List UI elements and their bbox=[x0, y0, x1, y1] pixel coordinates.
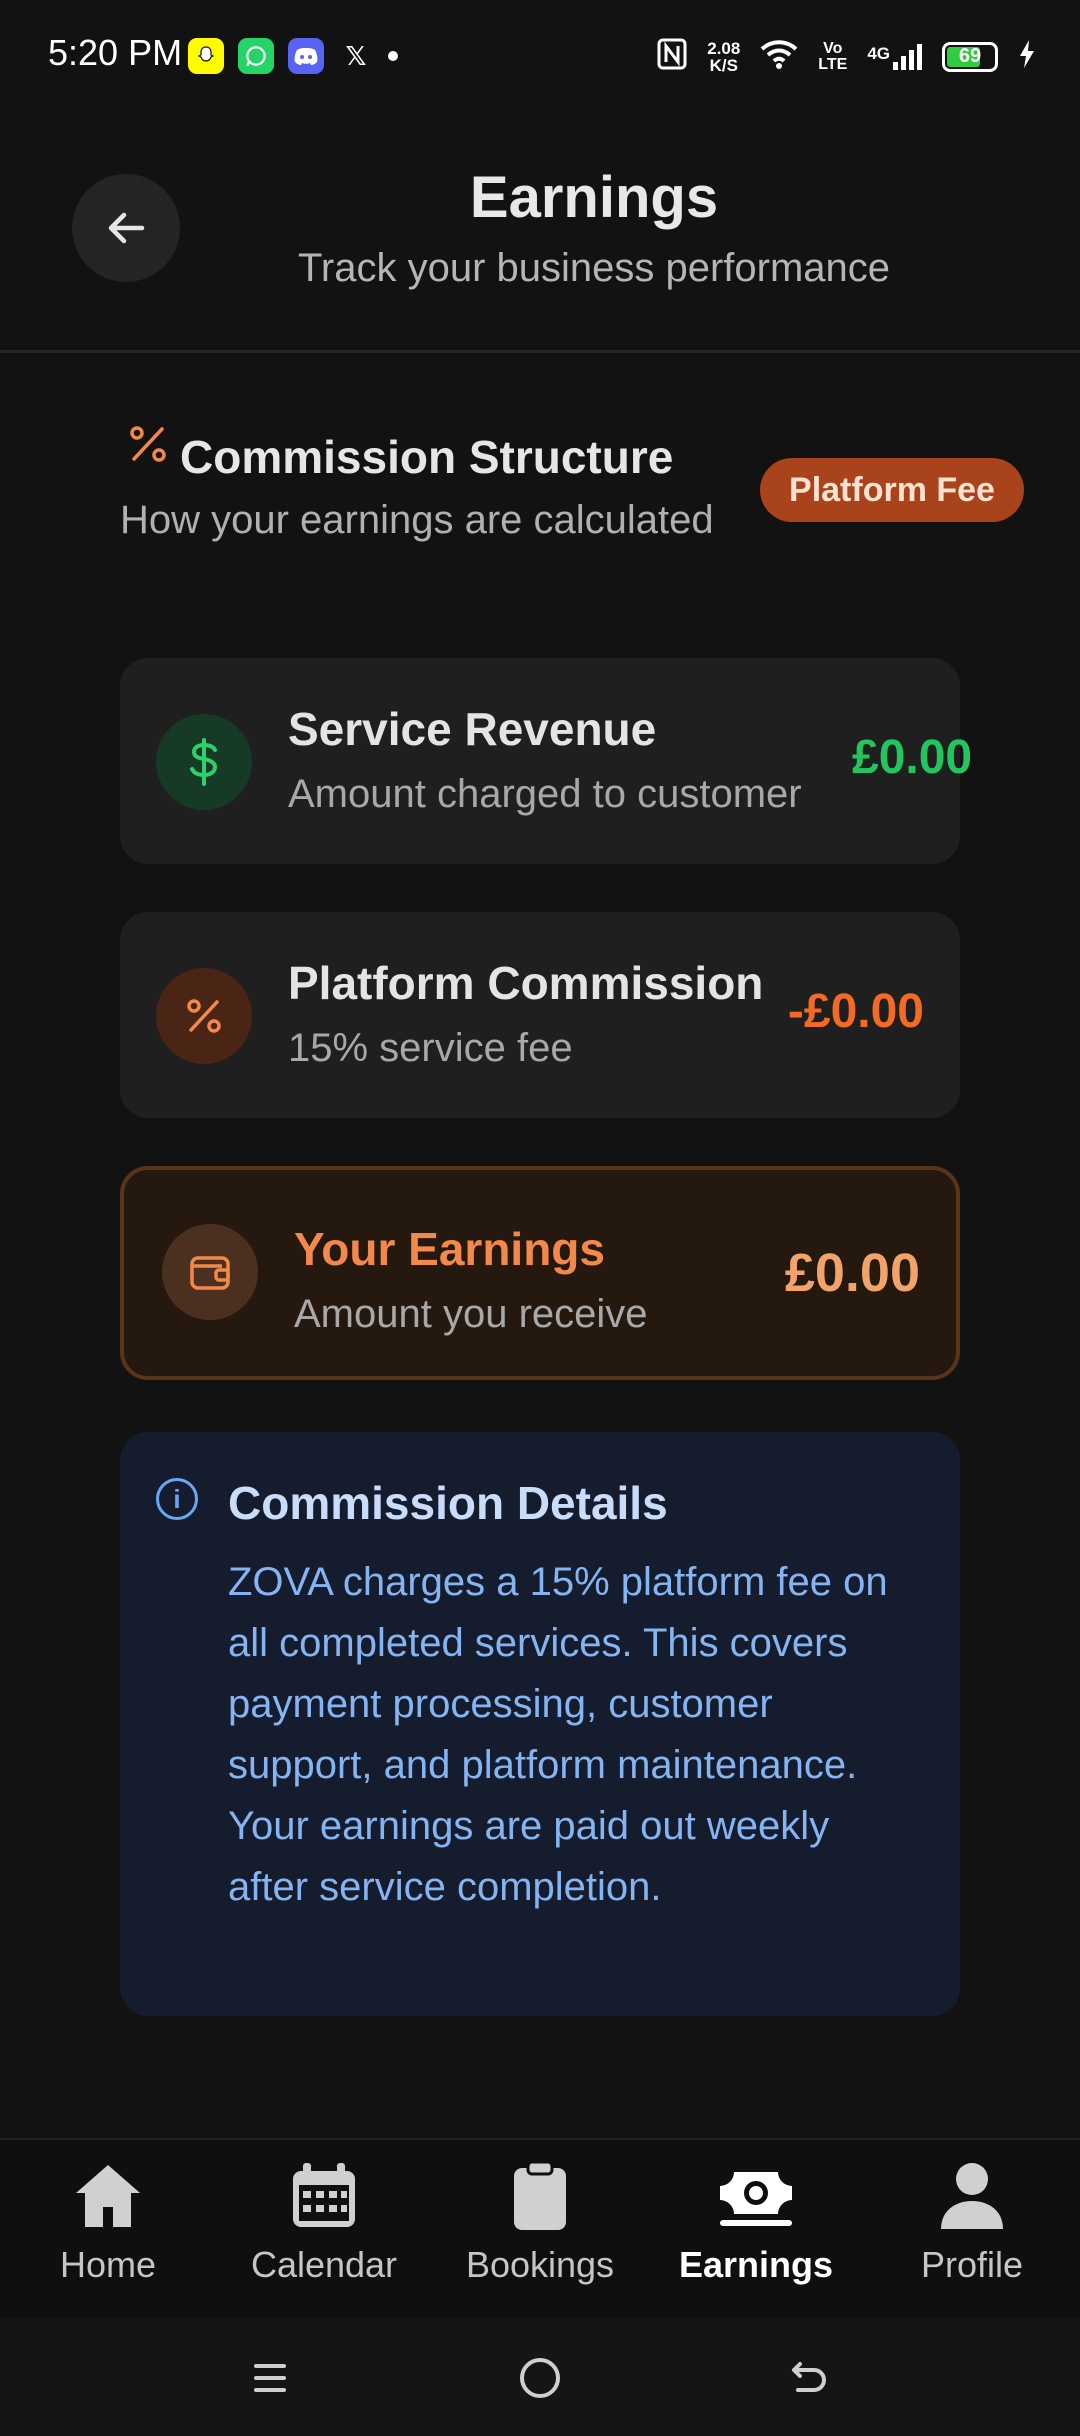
more-notifications-dot bbox=[388, 51, 398, 61]
home-button[interactable] bbox=[510, 2348, 570, 2408]
net-speed-value: 2.08 bbox=[707, 38, 741, 58]
volte-indicator: Vo LTE bbox=[818, 39, 848, 73]
net-speed: 2.08 K/S bbox=[707, 40, 740, 74]
nav-item-profile[interactable]: Profile bbox=[864, 2154, 1080, 2286]
nav-item-bookings[interactable]: Bookings bbox=[432, 2154, 648, 2286]
whatsapp-icon bbox=[238, 38, 274, 74]
back-icon bbox=[792, 2362, 826, 2392]
wifi-icon bbox=[760, 39, 798, 74]
system-navigation-bar bbox=[0, 2318, 1080, 2436]
page-title: Earnings bbox=[469, 165, 719, 230]
card-value: £0.00 bbox=[852, 731, 973, 784]
nav-label: Calendar bbox=[250, 2244, 398, 2285]
nav-item-earnings[interactable]: Earnings bbox=[648, 2154, 864, 2286]
details-body: ZOVA charges a 15% platform fee on all c… bbox=[228, 1560, 888, 1909]
bottom-navigation: Home Calendar Bookings Earnings Profile bbox=[0, 2138, 1080, 2320]
network-type: 4G bbox=[867, 43, 890, 63]
info-icon: i bbox=[156, 1478, 198, 1520]
nav-label: Bookings bbox=[465, 2244, 615, 2285]
card-subtitle: Amount charged to customer bbox=[288, 772, 802, 816]
card-subtitle: 15% service fee bbox=[288, 1026, 573, 1070]
user-icon bbox=[864, 2154, 1080, 2238]
header-divider bbox=[0, 350, 1080, 353]
wallet-icon bbox=[162, 1224, 258, 1320]
nav-item-home[interactable]: Home bbox=[0, 2154, 216, 2286]
discord-icon bbox=[288, 38, 324, 74]
menu-icon bbox=[254, 2364, 286, 2392]
dollar-icon bbox=[156, 714, 252, 810]
status-bar: 5:20 PM 𝕏 2.08 K/S Vo LTE 4G 69 bbox=[0, 0, 1080, 116]
signal-icon: 4G bbox=[867, 43, 922, 70]
service-revenue-card: Service Revenue Amount charged to custom… bbox=[120, 658, 972, 864]
money-icon bbox=[648, 2154, 864, 2238]
snapchat-icon bbox=[188, 38, 224, 74]
status-time: 5:20 PM bbox=[48, 32, 183, 73]
recent-apps-button[interactable] bbox=[240, 2348, 300, 2408]
section-subtitle: How your earnings are calculated bbox=[120, 498, 714, 542]
details-title: Commission Details bbox=[228, 1477, 668, 1529]
percent-icon bbox=[128, 424, 168, 475]
section-title: Commission Structure bbox=[180, 431, 674, 483]
nfc-icon bbox=[657, 38, 687, 75]
card-value: -£0.00 bbox=[787, 985, 924, 1038]
calendar-icon bbox=[216, 2154, 432, 2238]
charging-icon bbox=[1018, 39, 1036, 74]
circle-icon bbox=[520, 2358, 560, 2398]
battery-level: 69 bbox=[958, 45, 982, 67]
card-title: Platform Commission bbox=[288, 957, 764, 1009]
card-value: £0.00 bbox=[784, 1243, 920, 1303]
page-subtitle: Track your business performance bbox=[297, 246, 891, 290]
back-nav-button[interactable] bbox=[780, 2348, 840, 2408]
percent-icon bbox=[156, 968, 252, 1064]
nav-label: Home bbox=[59, 2244, 157, 2285]
home-icon bbox=[0, 2154, 216, 2238]
platform-commission-card: Platform Commission 15% service fee -£0.… bbox=[120, 912, 960, 1118]
system-icons: 2.08 K/S Vo LTE 4G 69 bbox=[657, 38, 1036, 75]
x-icon: 𝕏 bbox=[345, 40, 367, 71]
your-earnings-card: Your Earnings Amount you receive £0.00 bbox=[120, 1166, 960, 1380]
clipboard-icon bbox=[432, 2154, 648, 2238]
platform-fee-badge: Platform Fee bbox=[760, 458, 1024, 522]
battery-icon: 69 bbox=[942, 41, 998, 72]
nav-label: Profile bbox=[920, 2244, 1024, 2285]
card-title: Your Earnings bbox=[294, 1223, 605, 1275]
volte-top: Vo bbox=[823, 39, 843, 57]
nav-item-calendar[interactable]: Calendar bbox=[216, 2154, 432, 2286]
notification-icons: 𝕏 bbox=[188, 38, 398, 74]
volte-bottom: LTE bbox=[818, 55, 848, 73]
nav-label: Earnings bbox=[678, 2244, 834, 2285]
net-speed-unit: K/S bbox=[709, 55, 738, 75]
card-subtitle: Amount you receive bbox=[294, 1292, 648, 1336]
commission-details-box: i Commission Details ZOVA charges a 15% … bbox=[120, 1432, 960, 2016]
card-title: Service Revenue bbox=[288, 703, 657, 755]
